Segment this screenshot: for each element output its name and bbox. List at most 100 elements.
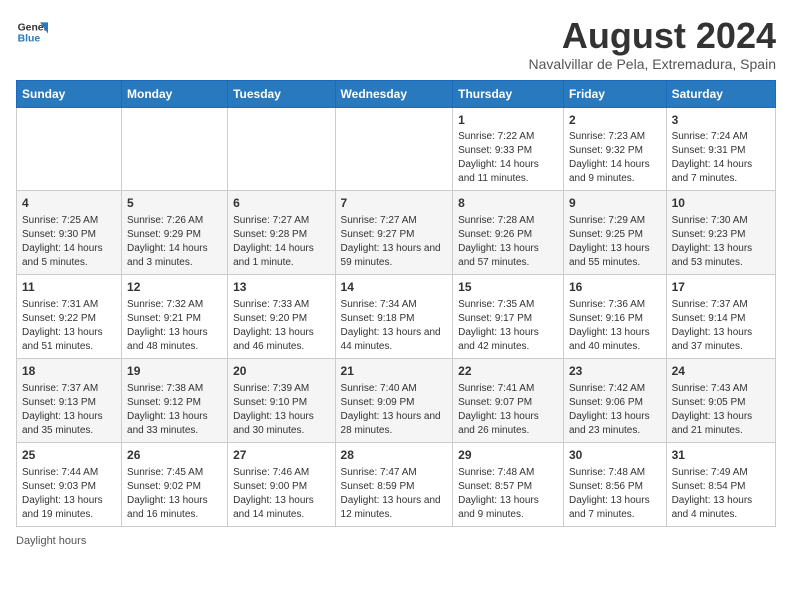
- day-number: 25: [22, 447, 116, 464]
- day-number: 8: [458, 195, 558, 212]
- calendar-cell: 27 Sunrise: 7:46 AM Sunset: 9:00 PM Dayli…: [228, 442, 335, 526]
- day-info: Sunrise: 7:27 AM Sunset: 9:28 PM Dayligh…: [233, 214, 329, 270]
- calendar-cell: 21 Sunrise: 7:40 AM Sunset: 9:09 PM Dayli…: [335, 358, 453, 442]
- day-number: 24: [672, 363, 770, 380]
- day-number: 3: [672, 112, 770, 129]
- calendar-cell: 16 Sunrise: 7:36 AM Sunset: 9:16 PM Dayli…: [563, 275, 666, 359]
- day-info: Sunrise: 7:41 AM Sunset: 9:07 PM Dayligh…: [458, 382, 558, 438]
- logo: General Blue: [16, 16, 48, 48]
- day-info: Sunrise: 7:28 AM Sunset: 9:26 PM Dayligh…: [458, 214, 558, 270]
- day-info: Sunrise: 7:37 AM Sunset: 9:14 PM Dayligh…: [672, 298, 770, 354]
- calendar-cell: 17 Sunrise: 7:37 AM Sunset: 9:14 PM Dayli…: [666, 275, 775, 359]
- calendar-cell: 2Sunrise: 7:23 AM Sunset: 9:32 PM Daylig…: [563, 107, 666, 191]
- svg-text:Blue: Blue: [18, 34, 41, 45]
- calendar-cell: 6 Sunrise: 7:27 AM Sunset: 9:28 PM Daylig…: [228, 191, 335, 275]
- logo-icon: General Blue: [16, 16, 48, 48]
- calendar-cell: 8 Sunrise: 7:28 AM Sunset: 9:26 PM Daylig…: [453, 191, 564, 275]
- calendar-cell: [122, 107, 228, 191]
- day-number: 17: [672, 279, 770, 296]
- day-number: 7: [341, 195, 448, 212]
- day-info: Sunrise: 7:29 AM Sunset: 9:25 PM Dayligh…: [569, 214, 661, 270]
- day-number: 20: [233, 363, 329, 380]
- day-number: 12: [127, 279, 222, 296]
- calendar-cell: 28Sunrise: 7:47 AM Sunset: 8:59 PM Dayli…: [335, 442, 453, 526]
- day-info: Sunrise: 7:42 AM Sunset: 9:06 PM Dayligh…: [569, 382, 661, 438]
- calendar-cell: 25 Sunrise: 7:44 AM Sunset: 9:03 PM Dayli…: [17, 442, 122, 526]
- day-number: 30: [569, 447, 661, 464]
- day-number: 28: [341, 447, 448, 464]
- day-info: Sunrise: 7:44 AM Sunset: 9:03 PM Dayligh…: [22, 466, 116, 522]
- calendar-cell: 30 Sunrise: 7:48 AM Sunset: 8:56 PM Dayli…: [563, 442, 666, 526]
- week-row-3: 11Sunrise: 7:31 AM Sunset: 9:22 PM Dayli…: [17, 275, 776, 359]
- day-number: 11: [22, 279, 116, 296]
- day-info: Sunrise: 7:34 AM Sunset: 9:18 PM Dayligh…: [341, 298, 448, 354]
- day-number: 18: [22, 363, 116, 380]
- week-row-2: 4Sunrise: 7:25 AM Sunset: 9:30 PM Daylig…: [17, 191, 776, 275]
- day-number: 16: [569, 279, 661, 296]
- calendar-cell: 19 Sunrise: 7:38 AM Sunset: 9:12 PM Dayli…: [122, 358, 228, 442]
- day-number: 23: [569, 363, 661, 380]
- day-info: Sunrise: 7:24 AM Sunset: 9:31 PM Dayligh…: [672, 130, 770, 186]
- week-row-5: 25 Sunrise: 7:44 AM Sunset: 9:03 PM Dayli…: [17, 442, 776, 526]
- col-header-saturday: Saturday: [666, 80, 775, 107]
- day-number: 6: [233, 195, 329, 212]
- day-info: Sunrise: 7:36 AM Sunset: 9:16 PM Dayligh…: [569, 298, 661, 354]
- day-info: Sunrise: 7:33 AM Sunset: 9:20 PM Dayligh…: [233, 298, 329, 354]
- day-number: 5: [127, 195, 222, 212]
- day-info: Sunrise: 7:38 AM Sunset: 9:12 PM Dayligh…: [127, 382, 222, 438]
- day-info: Sunrise: 7:35 AM Sunset: 9:17 PM Dayligh…: [458, 298, 558, 354]
- day-number: 21: [341, 363, 448, 380]
- day-info: Sunrise: 7:39 AM Sunset: 9:10 PM Dayligh…: [233, 382, 329, 438]
- day-info: Sunrise: 7:46 AM Sunset: 9:00 PM Dayligh…: [233, 466, 329, 522]
- calendar-cell: 26Sunrise: 7:45 AM Sunset: 9:02 PM Dayli…: [122, 442, 228, 526]
- calendar-cell: [17, 107, 122, 191]
- calendar-cell: 11Sunrise: 7:31 AM Sunset: 9:22 PM Dayli…: [17, 275, 122, 359]
- calendar-cell: 12 Sunrise: 7:32 AM Sunset: 9:21 PM Dayli…: [122, 275, 228, 359]
- day-number: 19: [127, 363, 222, 380]
- daylight-hours-label: Daylight hours: [16, 535, 86, 547]
- footer-note: Daylight hours: [16, 535, 776, 547]
- title-block: August 2024 Navalvillar de Pela, Extrema…: [529, 16, 776, 72]
- day-number: 10: [672, 195, 770, 212]
- day-info: Sunrise: 7:26 AM Sunset: 9:29 PM Dayligh…: [127, 214, 222, 270]
- day-info: Sunrise: 7:23 AM Sunset: 9:32 PM Dayligh…: [569, 130, 661, 186]
- day-info: Sunrise: 7:48 AM Sunset: 8:56 PM Dayligh…: [569, 466, 661, 522]
- day-number: 13: [233, 279, 329, 296]
- calendar-cell: 5 Sunrise: 7:26 AM Sunset: 9:29 PM Daylig…: [122, 191, 228, 275]
- calendar-cell: 15 Sunrise: 7:35 AM Sunset: 9:17 PM Dayli…: [453, 275, 564, 359]
- calendar-cell: 22 Sunrise: 7:41 AM Sunset: 9:07 PM Dayli…: [453, 358, 564, 442]
- day-info: Sunrise: 7:48 AM Sunset: 8:57 PM Dayligh…: [458, 466, 558, 522]
- location-subtitle: Navalvillar de Pela, Extremadura, Spain: [529, 56, 776, 72]
- col-header-thursday: Thursday: [453, 80, 564, 107]
- day-info: Sunrise: 7:43 AM Sunset: 9:05 PM Dayligh…: [672, 382, 770, 438]
- day-info: Sunrise: 7:37 AM Sunset: 9:13 PM Dayligh…: [22, 382, 116, 438]
- calendar-cell: 1Sunrise: 7:22 AM Sunset: 9:33 PM Daylig…: [453, 107, 564, 191]
- col-header-tuesday: Tuesday: [228, 80, 335, 107]
- day-number: 9: [569, 195, 661, 212]
- calendar-cell: 9 Sunrise: 7:29 AM Sunset: 9:25 PM Daylig…: [563, 191, 666, 275]
- calendar-cell: 29Sunrise: 7:48 AM Sunset: 8:57 PM Dayli…: [453, 442, 564, 526]
- day-info: Sunrise: 7:49 AM Sunset: 8:54 PM Dayligh…: [672, 466, 770, 522]
- day-info: Sunrise: 7:40 AM Sunset: 9:09 PM Dayligh…: [341, 382, 448, 438]
- day-info: Sunrise: 7:22 AM Sunset: 9:33 PM Dayligh…: [458, 130, 558, 186]
- week-row-4: 18 Sunrise: 7:37 AM Sunset: 9:13 PM Dayli…: [17, 358, 776, 442]
- calendar-cell: [228, 107, 335, 191]
- calendar-cell: 14 Sunrise: 7:34 AM Sunset: 9:18 PM Dayli…: [335, 275, 453, 359]
- col-header-sunday: Sunday: [17, 80, 122, 107]
- day-number: 1: [458, 112, 558, 129]
- calendar-cell: 3Sunrise: 7:24 AM Sunset: 9:31 PM Daylig…: [666, 107, 775, 191]
- calendar-cell: [335, 107, 453, 191]
- day-number: 27: [233, 447, 329, 464]
- col-header-friday: Friday: [563, 80, 666, 107]
- day-number: 14: [341, 279, 448, 296]
- day-info: Sunrise: 7:32 AM Sunset: 9:21 PM Dayligh…: [127, 298, 222, 354]
- month-title: August 2024: [529, 16, 776, 56]
- day-number: 15: [458, 279, 558, 296]
- col-header-wednesday: Wednesday: [335, 80, 453, 107]
- page-header: General Blue August 2024 Navalvillar de …: [16, 16, 776, 72]
- day-info: Sunrise: 7:25 AM Sunset: 9:30 PM Dayligh…: [22, 214, 116, 270]
- day-number: 22: [458, 363, 558, 380]
- calendar-cell: 20 Sunrise: 7:39 AM Sunset: 9:10 PM Dayli…: [228, 358, 335, 442]
- calendar-cell: 7Sunrise: 7:27 AM Sunset: 9:27 PM Daylig…: [335, 191, 453, 275]
- calendar-cell: 24 Sunrise: 7:43 AM Sunset: 9:05 PM Dayli…: [666, 358, 775, 442]
